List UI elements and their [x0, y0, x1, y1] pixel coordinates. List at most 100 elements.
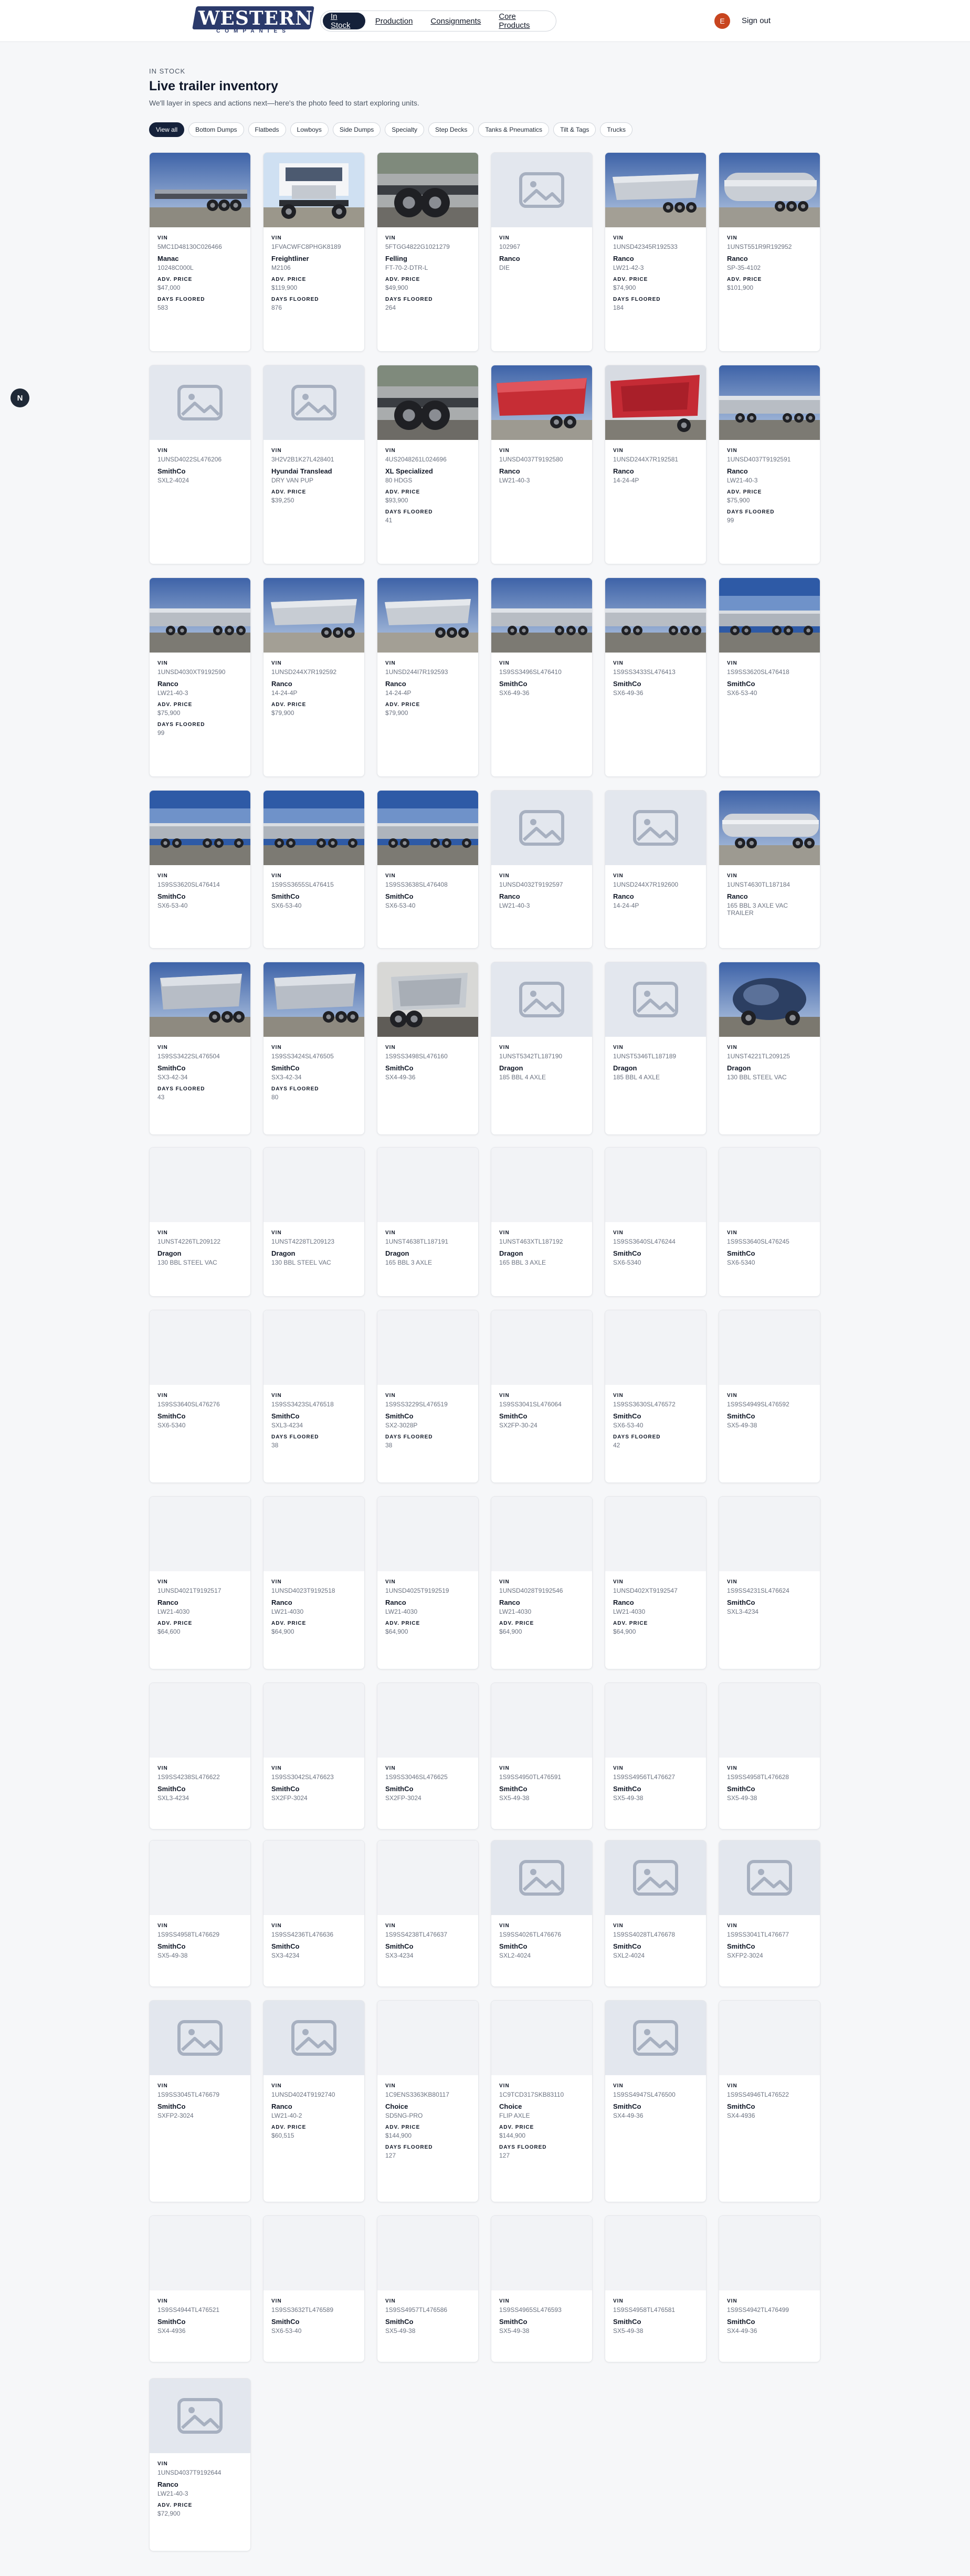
photo-loading-placeholder[interactable] — [150, 1148, 250, 1222]
inventory-card[interactable]: VIN 1UNSD4022SL476206 SmithCo SXL2-4024 — [149, 365, 251, 564]
filter-step-decks[interactable]: Step Decks — [428, 122, 475, 137]
inventory-card[interactable]: VIN 1UNSD4037T9192644 Ranco LW21-40-3 ADV. P… — [149, 2378, 251, 2551]
inventory-card[interactable]: VIN 1S9SS4238TL476637 SmithCo SX3-4234 — [377, 1840, 479, 1987]
filter-side-dumps[interactable]: Side Dumps — [332, 122, 381, 137]
inventory-card[interactable]: VIN 1S9SS3640SL476276 SmithCo SX6-5340 — [149, 1310, 251, 1483]
inventory-card[interactable]: VIN 1FVACWFC8PHGK8189 Freightliner M2106 ADV… — [263, 152, 365, 352]
trailer-photo[interactable] — [263, 153, 364, 227]
photo-loading-placeholder[interactable] — [605, 1310, 706, 1385]
trailer-photo[interactable] — [263, 791, 364, 865]
photo-loading-placeholder[interactable] — [491, 1148, 592, 1222]
photo-loading-placeholder[interactable] — [491, 2001, 592, 2075]
trailer-photo[interactable] — [150, 962, 250, 1037]
photo-loading-placeholder[interactable] — [263, 1148, 364, 1222]
no-image-placeholder[interactable] — [605, 2001, 706, 2075]
photo-loading-placeholder[interactable] — [263, 2216, 364, 2290]
inventory-card[interactable]: VIN 1UNST4228TL209123 Dragon 130 BBL STEEL … — [263, 1147, 365, 1297]
photo-loading-placeholder[interactable] — [605, 1683, 706, 1758]
photo-loading-placeholder[interactable] — [377, 1148, 478, 1222]
inventory-card[interactable]: VIN 1S9SS4949SL476592 SmithCo SX5-49-38 — [719, 1310, 820, 1483]
trailer-photo[interactable] — [719, 365, 820, 440]
photo-loading-placeholder[interactable] — [605, 1497, 706, 1571]
trailer-photo[interactable] — [605, 153, 706, 227]
inventory-card[interactable]: VIN 4US2048261L024696 XL Specialized 80 HDG… — [377, 365, 479, 564]
inventory-card[interactable]: VIN 1UNSD4025T9192519 Ranco LW21-4030 ADV. P… — [377, 1496, 479, 1669]
trailer-photo[interactable] — [491, 578, 592, 653]
inventory-card[interactable]: VIN 1S9SS3042SL476623 SmithCo SX2FP-3024 — [263, 1683, 365, 1830]
no-image-placeholder[interactable] — [491, 791, 592, 865]
trailer-photo[interactable] — [263, 578, 364, 653]
photo-loading-placeholder[interactable] — [605, 1148, 706, 1222]
photo-loading-placeholder[interactable] — [263, 1841, 364, 1915]
filter-view-all[interactable]: View all — [149, 122, 185, 137]
filter-tanks-pneumatics[interactable]: Tanks & Pneumatics — [478, 122, 550, 137]
inventory-card[interactable]: VIN 5FTGG4822G1021279 Felling FT-70-2-DTR-L… — [377, 152, 479, 352]
inventory-card[interactable]: VIN 1S9SS3046SL476625 SmithCo SX2FP-3024 — [377, 1683, 479, 1830]
sidebar-toggle-button[interactable]: N — [10, 388, 29, 407]
inventory-card[interactable]: VIN 1S9SS4028TL476678 SmithCo SXL2-4024 — [605, 1840, 707, 1987]
inventory-card[interactable]: VIN 1S9SS3041SL476064 SmithCo SX2FP-30-24 — [491, 1310, 593, 1483]
filter-bottom-dumps[interactable]: Bottom Dumps — [188, 122, 244, 137]
photo-loading-placeholder[interactable] — [263, 1497, 364, 1571]
photo-loading-placeholder[interactable] — [491, 1310, 592, 1385]
inventory-card[interactable]: VIN 1S9SS3433SL476413 SmithCo SX6-49-36 — [605, 577, 707, 777]
inventory-card[interactable]: VIN 1S9SS3655SL476415 SmithCo SX6-53-40 — [263, 790, 365, 949]
inventory-card[interactable]: VIN 1UNSD244X7R192581 Ranco 14-24-4P — [605, 365, 707, 564]
inventory-card[interactable]: VIN 1S9SS3229SL476519 SmithCo SX2-3028P DAYS… — [377, 1310, 479, 1483]
inventory-card[interactable]: VIN 1S9SS3638SL476408 SmithCo SX6-53-40 — [377, 790, 479, 949]
trailer-photo[interactable] — [719, 791, 820, 865]
photo-loading-placeholder[interactable] — [719, 1497, 820, 1571]
inventory-card[interactable]: VIN 1S9SS3424SL476505 SmithCo SX3-42-34 DAYS… — [263, 962, 365, 1135]
inventory-card[interactable]: VIN 1S9SS4965SL476593 SmithCo SX5-49-38 — [491, 2215, 593, 2362]
trailer-photo[interactable] — [377, 791, 478, 865]
inventory-card[interactable]: VIN 1S9SS4026TL476676 SmithCo SXL2-4024 — [491, 1840, 593, 1987]
trailer-photo[interactable] — [377, 578, 478, 653]
inventory-card[interactable]: VIN 1UNST463XTL187192 Dragon 165 BBL 3 AXLE — [491, 1147, 593, 1297]
inventory-card[interactable]: VIN 1S9SS3620SL476414 SmithCo SX6-53-40 — [149, 790, 251, 949]
inventory-card[interactable]: VIN 1S9SS3640SL476245 SmithCo SX6-5340 — [719, 1147, 820, 1297]
inventory-card[interactable]: VIN 1UNSD4024T9192740 Ranco LW21-40-2 ADV. P… — [263, 2000, 365, 2202]
inventory-card[interactable]: VIN 1S9SS4946TL476522 SmithCo SX4-4936 — [719, 2000, 820, 2202]
photo-loading-placeholder[interactable] — [150, 1841, 250, 1915]
nav-tab-core-products[interactable]: Core Products — [491, 12, 554, 30]
inventory-card[interactable]: VIN 1S9SS3498SL476160 SmithCo SX4-49-36 — [377, 962, 479, 1135]
trailer-photo[interactable] — [491, 365, 592, 440]
inventory-card[interactable]: VIN 1S9SS4956TL476627 SmithCo SX5-49-38 — [605, 1683, 707, 1830]
no-image-placeholder[interactable] — [150, 2001, 250, 2075]
inventory-card[interactable]: VIN 1S9SS4958TL476581 SmithCo SX5-49-38 — [605, 2215, 707, 2362]
sign-out-link[interactable]: Sign out — [742, 16, 771, 25]
no-image-placeholder[interactable] — [263, 365, 364, 440]
inventory-card[interactable]: VIN 1UNSD4037T9192580 Ranco LW21-40-3 — [491, 365, 593, 564]
nav-tab-consignments[interactable]: Consignments — [423, 13, 489, 29]
trailer-photo[interactable] — [377, 153, 478, 227]
inventory-card[interactable]: VIN 1S9SS4231SL476624 SmithCo SXL3-4234 — [719, 1496, 820, 1669]
no-image-placeholder[interactable] — [150, 365, 250, 440]
photo-loading-placeholder[interactable] — [719, 1683, 820, 1758]
inventory-card[interactable]: VIN 1S9SS3041TL476677 SmithCo SXFP2-3024 — [719, 1840, 820, 1987]
inventory-card[interactable]: VIN 1UNSD402XT9192547 Ranco LW21-4030 ADV. P… — [605, 1496, 707, 1669]
trailer-photo[interactable] — [719, 153, 820, 227]
trailer-photo[interactable] — [150, 791, 250, 865]
trailer-photo[interactable] — [719, 962, 820, 1037]
inventory-card[interactable]: VIN 1UNSD244I7R192593 Ranco 14-24-4P ADV. PR… — [377, 577, 479, 777]
inventory-card[interactable]: VIN 1C9TCD317SKB83110 Choice FLIP AXLE ADV. … — [491, 2000, 593, 2202]
photo-loading-placeholder[interactable] — [719, 1310, 820, 1385]
inventory-card[interactable]: VIN 1S9SS3632TL476589 SmithCo SX6-53-40 — [263, 2215, 365, 2362]
trailer-photo[interactable] — [263, 962, 364, 1037]
trailer-photo[interactable] — [719, 578, 820, 653]
trailer-photo[interactable] — [605, 365, 706, 440]
inventory-card[interactable]: VIN 1UNSD4032T9192597 Ranco LW21-40-3 — [491, 790, 593, 949]
photo-loading-placeholder[interactable] — [605, 2216, 706, 2290]
photo-loading-placeholder[interactable] — [377, 2216, 478, 2290]
inventory-card[interactable]: VIN 1S9SS3496SL476410 SmithCo SX6-49-36 — [491, 577, 593, 777]
inventory-card[interactable]: VIN 1UNST5346TL187189 Dragon 185 BBL 4 AXLE — [605, 962, 707, 1135]
filter-specialty[interactable]: Specialty — [385, 122, 424, 137]
photo-loading-placeholder[interactable] — [377, 1683, 478, 1758]
filter-flatbeds[interactable]: Flatbeds — [248, 122, 286, 137]
inventory-card[interactable]: VIN 1S9SS4958TL476628 SmithCo SX5-49-38 — [719, 1683, 820, 1830]
photo-loading-placeholder[interactable] — [377, 2001, 478, 2075]
inventory-card[interactable]: VIN 1UNSD4037T9192591 Ranco LW21-40-3 ADV. P… — [719, 365, 820, 564]
photo-loading-placeholder[interactable] — [719, 1148, 820, 1222]
inventory-card[interactable]: VIN 1UNSD4028T9192546 Ranco LW21-4030 ADV. P… — [491, 1496, 593, 1669]
no-image-placeholder[interactable] — [491, 962, 592, 1037]
